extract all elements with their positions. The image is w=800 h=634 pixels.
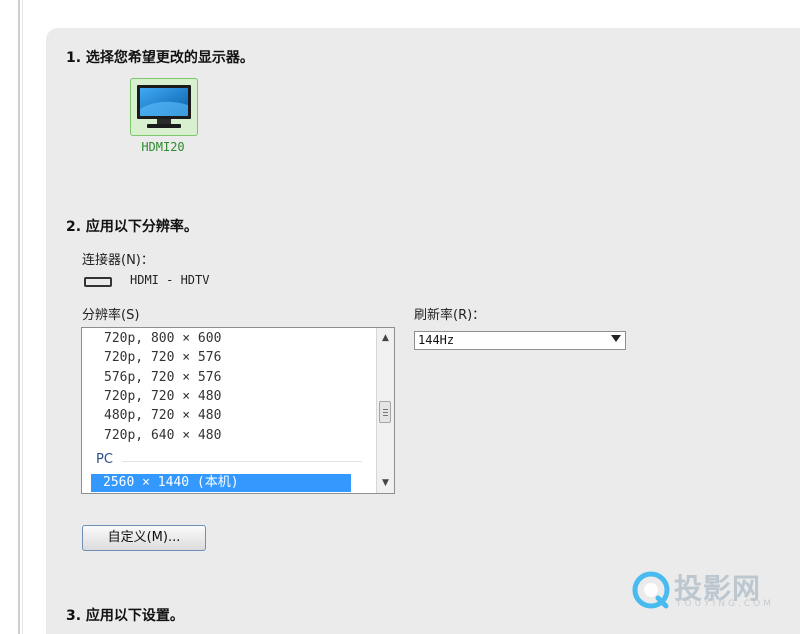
display-selector-hdmi20[interactable] — [130, 78, 198, 136]
window-left-border-inner — [22, 0, 23, 634]
selected-resolution[interactable]: 2560 × 1440 (本机) — [91, 474, 351, 492]
watermark-subtext: TOUYING.COM — [676, 599, 775, 609]
thumb-grip — [383, 409, 388, 410]
list-scrollbar[interactable]: ▲ ▼ — [376, 328, 394, 493]
list-item[interactable]: 720p, 800 × 600 — [104, 331, 221, 346]
group-divider — [122, 461, 362, 462]
list-item[interactable]: 480p, 720 × 480 — [104, 408, 221, 423]
display-name: HDMI20 — [141, 140, 185, 154]
resolution-label: 分辨率(S) — [82, 308, 140, 323]
customize-button[interactable]: 自定义(M)... — [82, 525, 206, 551]
refresh-rate-value: 144Hz — [418, 333, 455, 347]
thumb-grip — [383, 412, 388, 413]
scroll-up-arrow-icon[interactable]: ▲ — [377, 330, 394, 346]
refresh-rate-label: 刷新率(R)： — [414, 308, 486, 323]
refresh-rate-dropdown[interactable]: 144Hz — [414, 331, 626, 350]
connector-label: 连接器(N)： — [82, 253, 154, 268]
group-label-pc: PC — [96, 452, 113, 467]
section-2-title: 2. 应用以下分辨率。 — [66, 219, 198, 235]
window-left-border — [18, 0, 20, 634]
scroll-thumb[interactable] — [379, 401, 391, 423]
scroll-down-arrow-icon[interactable]: ▼ — [377, 475, 394, 491]
resolution-list[interactable]: 720p, 800 × 600 720p, 720 × 576 576p, 72… — [81, 327, 395, 494]
monitor-icon — [137, 85, 191, 128]
list-item[interactable]: 720p, 720 × 576 — [104, 350, 221, 365]
section-1-title: 1. 选择您希望更改的显示器。 — [66, 50, 254, 66]
hdmi-connector-icon — [84, 277, 112, 287]
section-3-title: 3. 应用以下设置。 — [66, 608, 184, 624]
watermark-logo-icon — [632, 571, 670, 609]
chevron-down-icon — [611, 335, 621, 342]
watermark: 投影网 TOUYING.COM — [630, 567, 790, 615]
list-item[interactable]: 720p, 640 × 480 — [104, 428, 221, 443]
thumb-grip — [383, 415, 388, 416]
connector-value: HDMI - HDTV — [130, 273, 210, 287]
list-item[interactable]: 720p, 720 × 480 — [104, 389, 221, 404]
list-item[interactable]: 576p, 720 × 576 — [104, 370, 221, 385]
